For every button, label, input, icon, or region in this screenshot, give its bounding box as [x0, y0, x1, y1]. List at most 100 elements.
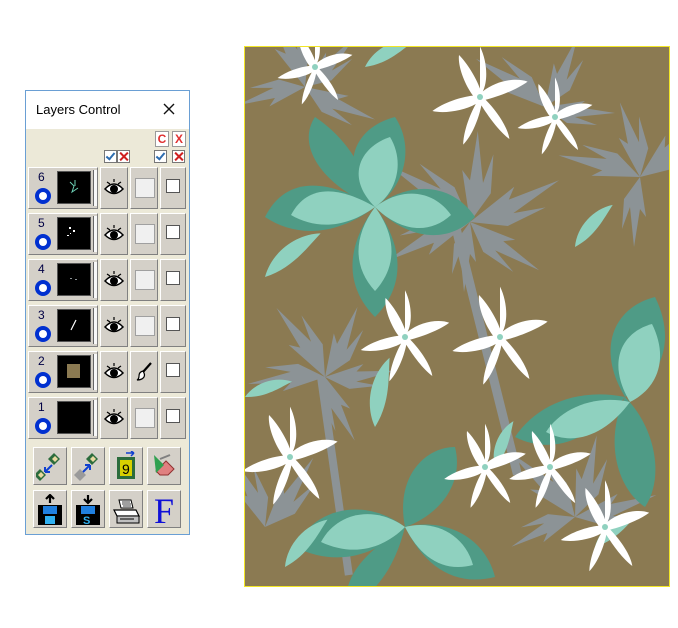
edit-cell[interactable] [130, 167, 158, 209]
font-layer-button[interactable]: F [147, 490, 181, 531]
layer-row[interactable]: 2 [28, 351, 186, 393]
layer-number: 4 [38, 262, 45, 276]
layer-thumbnail[interactable] [57, 263, 91, 296]
visibility-cell[interactable] [100, 213, 128, 255]
layers-control-panel: Layers Control C X 6 5 4 3 2 1 9 S F [25, 90, 190, 535]
layer-info-cell: 4 [28, 259, 98, 301]
layer-thumbnail[interactable] [57, 355, 91, 388]
close-icon [163, 103, 175, 115]
layer-row[interactable]: 4 [28, 259, 186, 301]
layer-row[interactable]: 3 [28, 305, 186, 347]
layer-thumbnail[interactable] [57, 217, 91, 250]
layer-info-cell: 2 [28, 351, 98, 393]
title-bar[interactable]: Layers Control [26, 91, 189, 129]
edit-toggle[interactable] [135, 316, 155, 336]
layer-scroll-edge [93, 354, 97, 390]
eraser-icon [154, 454, 175, 476]
svg-text:9: 9 [122, 461, 130, 477]
layer-scroll-edge [93, 308, 97, 344]
edit-cell[interactable] [130, 259, 158, 301]
move-layer-down-icon [36, 453, 60, 481]
layer-select-radio[interactable] [35, 188, 51, 204]
layer-checkbox[interactable] [166, 317, 180, 331]
design-canvas[interactable] [244, 46, 670, 587]
brush-icon [136, 362, 152, 381]
layer-row[interactable]: 1 [28, 397, 186, 439]
move-layer-up-button[interactable] [71, 447, 105, 485]
layer-number: 6 [38, 170, 45, 184]
edit-cell[interactable] [130, 351, 158, 393]
clear-layer-button[interactable] [147, 447, 181, 485]
layer-info-cell: 6 [28, 167, 98, 209]
layer-select-radio[interactable] [35, 280, 51, 296]
layer-checkbox[interactable] [166, 409, 180, 423]
edit-cell[interactable] [130, 305, 158, 347]
save-layer-button[interactable]: S [71, 490, 105, 528]
layer-checkbox[interactable] [166, 363, 180, 377]
load-disk-icon [38, 494, 62, 525]
edit-toggle[interactable] [135, 178, 155, 198]
panel-body: C X 6 5 4 3 2 1 9 S F [26, 129, 189, 534]
load-layer-button[interactable] [33, 490, 67, 528]
layer-info-cell: 5 [28, 213, 98, 255]
layer-select-radio[interactable] [35, 418, 51, 434]
layer-number: 1 [38, 400, 45, 414]
visibility-cell[interactable] [100, 167, 128, 209]
layer-scroll-edge [93, 262, 97, 298]
save-disk-icon: S [76, 495, 100, 526]
show-all-check-icon[interactable] [104, 150, 117, 163]
eye-icon [103, 271, 125, 287]
delete-all-button[interactable]: X [172, 131, 186, 147]
layer-scroll-edge [93, 400, 97, 436]
visibility-cell[interactable] [100, 351, 128, 393]
edit-cell[interactable] [130, 397, 158, 439]
select-all-check-icon[interactable] [154, 150, 167, 163]
select-cell[interactable] [160, 305, 186, 347]
edit-toggle[interactable] [135, 270, 155, 290]
layer-thumbnail[interactable] [57, 309, 91, 342]
layer-checkbox[interactable] [166, 271, 180, 285]
layer-select-radio[interactable] [35, 326, 51, 342]
merge-layers-icon: 9 [117, 451, 135, 479]
layer-scroll-edge [93, 170, 97, 206]
layer-row[interactable]: 6 [28, 167, 186, 209]
visibility-cell[interactable] [100, 305, 128, 347]
eye-icon [103, 317, 125, 333]
layer-thumbnail[interactable] [57, 171, 91, 204]
print-layer-button[interactable] [109, 490, 143, 528]
layer-select-radio[interactable] [35, 234, 51, 250]
window-title: Layers Control [36, 102, 121, 117]
select-cell[interactable] [160, 397, 186, 439]
move-layer-down-button[interactable] [33, 447, 67, 485]
layer-number: 3 [38, 308, 45, 322]
floral-pattern [245, 47, 669, 586]
layer-number: 5 [38, 216, 45, 230]
layer-checkbox[interactable] [166, 179, 180, 193]
select-cell[interactable] [160, 351, 186, 393]
layer-select-radio[interactable] [35, 372, 51, 388]
edit-cell[interactable] [130, 213, 158, 255]
merge-layers-button[interactable]: 9 [109, 447, 143, 485]
layer-info-cell: 1 [28, 397, 98, 439]
layer-thumbnail[interactable] [57, 401, 91, 434]
select-cell[interactable] [160, 213, 186, 255]
edit-toggle[interactable] [135, 224, 155, 244]
svg-text:S: S [83, 515, 90, 526]
layer-info-cell: 3 [28, 305, 98, 347]
deselect-all-x-icon[interactable] [172, 150, 185, 163]
select-cell[interactable] [160, 259, 186, 301]
select-cell[interactable] [160, 167, 186, 209]
visibility-cell[interactable] [100, 397, 128, 439]
clear-all-button[interactable]: C [155, 131, 169, 147]
layer-row[interactable]: 5 [28, 213, 186, 255]
layer-number: 2 [38, 354, 45, 368]
visibility-cell[interactable] [100, 259, 128, 301]
hide-all-x-icon[interactable] [117, 150, 130, 163]
printer-icon [113, 499, 140, 524]
layer-checkbox[interactable] [166, 225, 180, 239]
edit-toggle[interactable] [135, 408, 155, 428]
font-f-label: F [153, 491, 175, 531]
close-button[interactable] [155, 97, 183, 123]
move-layer-up-icon [74, 453, 98, 481]
eye-icon [103, 179, 125, 195]
